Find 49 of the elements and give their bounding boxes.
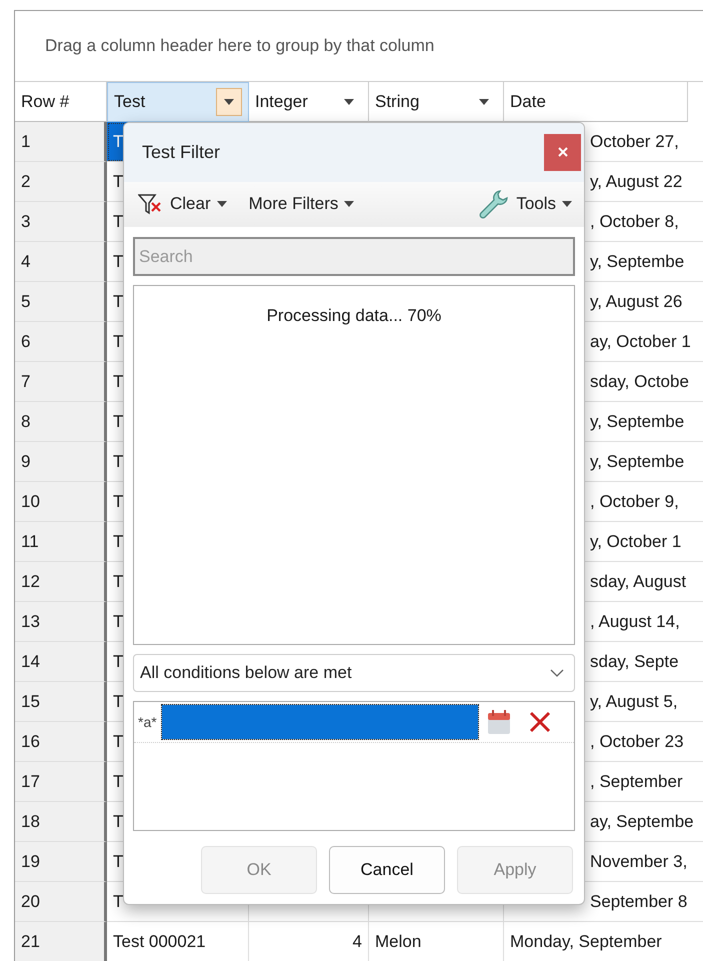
- row-number: 8: [15, 402, 107, 442]
- row-number: 19: [15, 842, 107, 882]
- table-cell: 4: [249, 922, 369, 961]
- row-number: 4: [15, 242, 107, 282]
- dialog-button[interactable]: Cancel: [329, 846, 445, 894]
- row-number: 10: [15, 482, 107, 522]
- calendar-icon[interactable]: [486, 709, 511, 735]
- row-number: 1: [15, 122, 107, 162]
- column-header[interactable]: Test: [107, 82, 249, 122]
- caret-icon: [562, 201, 572, 208]
- row-number: 18: [15, 802, 107, 842]
- toolbar-button[interactable]: More Filters: [246, 192, 356, 216]
- close-icon: [558, 147, 568, 158]
- filter-dropdown-icon: [224, 99, 234, 105]
- table-cell: Monday, September: [504, 922, 703, 961]
- value-field[interactable]: [160, 704, 479, 740]
- filter-dropdown-icon: [344, 98, 354, 104]
- status-text: Processing data... 70%: [266, 306, 442, 327]
- chevron-down-icon: [550, 669, 564, 677]
- row-number: 21: [15, 922, 107, 961]
- row-number: 14: [15, 642, 107, 682]
- row-number: 2: [15, 162, 107, 202]
- group-panel-hint: Drag a column header here to group by that column: [45, 36, 434, 56]
- caret-icon: [344, 201, 354, 208]
- delete-icon[interactable]: [528, 711, 551, 733]
- row-number: 13: [15, 602, 107, 642]
- row-number: 3: [15, 202, 107, 242]
- row-number: 6: [15, 322, 107, 362]
- row-number: 15: [15, 682, 107, 722]
- filter-dropdown-icon: [479, 98, 489, 104]
- row-number: 9: [15, 442, 107, 482]
- toolbar-button[interactable]: Clear: [136, 191, 229, 218]
- filter-clear-icon: [138, 193, 164, 216]
- table-cell: Melon: [369, 922, 504, 961]
- table-cell: Test 000021: [107, 922, 249, 961]
- close-button[interactable]: [544, 134, 581, 171]
- toolbar-button[interactable]: Tools: [476, 187, 574, 222]
- row-number: 11: [15, 522, 107, 562]
- row-number: 17: [15, 762, 107, 802]
- row-number: 5: [15, 282, 107, 322]
- condition-mode-dropdown[interactable]: All conditions below are met: [133, 654, 575, 692]
- row-number: 12: [15, 562, 107, 602]
- caret-icon: [216, 201, 227, 208]
- wrench-icon: [478, 189, 510, 220]
- row-number: 16: [15, 722, 107, 762]
- search-field[interactable]: Search: [133, 237, 575, 276]
- dialog-title: Test Filter: [142, 142, 220, 163]
- row-number: 7: [15, 362, 107, 402]
- row-number: 20: [15, 882, 107, 922]
